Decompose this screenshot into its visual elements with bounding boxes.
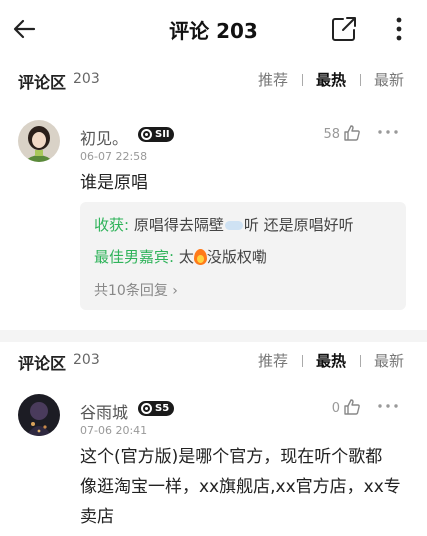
section-title: 评论区 (18, 354, 67, 373)
comment-section-header: 评论区 203 推荐 最热 最新 (0, 343, 427, 377)
cloud-emoji-icon (224, 221, 243, 230)
sort-recommended-tab[interactable]: 推荐 (258, 69, 288, 90)
reply-author[interactable]: 收获: (94, 216, 129, 234)
comment-text-line: 这个(官方版)是哪个官方，现在听个歌都 (80, 447, 383, 467)
view-all-replies-link[interactable]: 共10条回复 › (94, 280, 178, 300)
comment-timestamp: 07-06 20:41 (80, 424, 148, 437)
comment-text: 谁是原唱 (80, 173, 148, 193)
sort-divider (302, 74, 303, 86)
comment-more-icon[interactable] (377, 127, 399, 137)
sort-divider (360, 74, 361, 86)
sort-newest-tab[interactable]: 最新 (374, 69, 404, 90)
badge-ring-icon (141, 129, 152, 140)
section-title: 评论区 (18, 73, 67, 92)
sort-recommended-tab[interactable]: 推荐 (258, 350, 288, 371)
more-vertical-icon[interactable] (386, 14, 412, 44)
fire-emoji-icon (193, 249, 207, 265)
comment-section-header: 评论区 203 推荐 最热 最新 (0, 62, 427, 96)
avatar[interactable] (18, 120, 60, 162)
section-divider (0, 330, 427, 342)
page-title: 评论 203 (169, 19, 258, 43)
sort-hottest-tab[interactable]: 最热 (316, 69, 346, 90)
badge-ring-icon (141, 403, 152, 414)
comment-text-line: 卖店 (80, 507, 114, 527)
comment-text: 这个(官方版)是哪个官方，现在听个歌都 像逛淘宝一样，xx旗舰店,xx官方店，x… (80, 442, 410, 532)
username[interactable]: 谷雨城 (80, 399, 128, 423)
username[interactable]: 初见。 (80, 125, 128, 149)
reply-preview-box[interactable]: 收获: 原唱得去隔壁听 还是原唱好听 最佳男嘉宾: 太没版权嘞 共10条回复 › (80, 202, 406, 310)
avatar[interactable] (18, 394, 60, 436)
sort-newest-tab[interactable]: 最新 (374, 350, 404, 371)
comment-more-icon[interactable] (377, 401, 399, 411)
share-icon[interactable] (330, 15, 358, 43)
top-bar: 评论 203 (0, 0, 427, 58)
like-count: 58 (323, 127, 340, 142)
reply-item: 收获: 原唱得去隔壁听 还是原唱好听 (94, 216, 354, 234)
section-count: 203 (73, 352, 100, 368)
comment-text-line: 像逛淘宝一样，xx旗舰店,xx官方店，xx专 (80, 477, 401, 497)
comment-timestamp: 06-07 22:58 (80, 150, 148, 163)
thumbs-up-icon[interactable] (343, 124, 361, 142)
reply-item: 最佳男嘉宾: 太没版权嘞 (94, 248, 267, 266)
section-count: 203 (73, 71, 100, 87)
level-badge: SII (138, 127, 174, 142)
sort-divider (302, 355, 303, 367)
sort-divider (360, 355, 361, 367)
thumbs-up-icon[interactable] (343, 398, 361, 416)
level-badge: S5 (138, 401, 174, 416)
sort-hottest-tab[interactable]: 最热 (316, 350, 346, 371)
like-count: 0 (331, 401, 340, 416)
reply-author[interactable]: 最佳男嘉宾: (94, 248, 174, 266)
